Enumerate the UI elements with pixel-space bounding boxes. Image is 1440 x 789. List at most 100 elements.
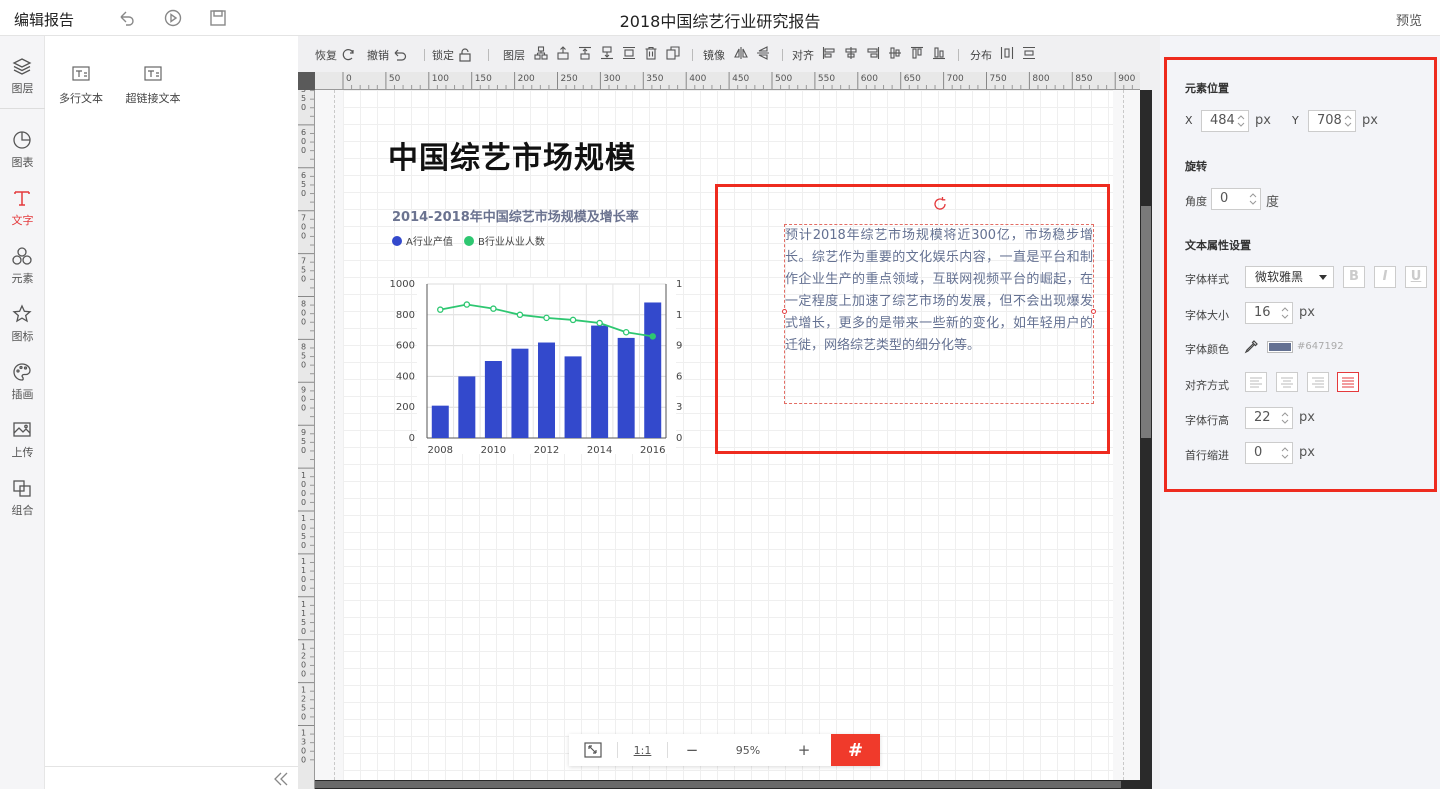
flip-vertical-icon[interactable]	[756, 46, 770, 60]
layer-group-icon[interactable]	[534, 46, 548, 60]
panel-item-hyperlink-text[interactable]: 超链接文本	[125, 66, 181, 106]
stepper-icon[interactable]	[1236, 113, 1246, 129]
redo-icon	[342, 49, 354, 61]
align-bottom-icon[interactable]	[932, 46, 946, 60]
fit-screen-button[interactable]	[569, 734, 617, 766]
font-size-unit: px	[1299, 305, 1315, 320]
undo-icon[interactable]	[118, 9, 136, 27]
y-left-tick-label: 0	[409, 433, 415, 444]
font-family-select[interactable]: 微软雅黑	[1245, 266, 1334, 288]
lock-button[interactable]: 锁定	[432, 47, 472, 63]
redo-button[interactable]: 恢复	[315, 47, 355, 63]
font-size-input[interactable]: 16	[1245, 302, 1293, 324]
ruler-label-digit: 5	[301, 351, 306, 360]
stepper-icon[interactable]	[1343, 113, 1353, 129]
ruler-label-digit: 9	[301, 428, 306, 437]
sidebar-item-illustration[interactable]: 插画	[0, 348, 45, 404]
send-to-back-icon[interactable]	[622, 46, 636, 60]
sidebar-item-elements[interactable]: 元素	[0, 232, 45, 288]
zoom-in-button[interactable]: +	[780, 734, 828, 766]
ruler-corner	[298, 72, 315, 90]
distribute-vertical-icon[interactable]	[1022, 46, 1036, 60]
angle-label: 角度	[1185, 195, 1207, 208]
align-top-icon[interactable]	[910, 46, 924, 60]
font-color-swatch[interactable]	[1267, 341, 1293, 353]
grid-toggle-button[interactable]: #	[831, 734, 880, 766]
stepper-icon[interactable]	[1280, 410, 1290, 426]
stepper-icon[interactable]	[1280, 445, 1290, 461]
toolbar-divider	[424, 49, 425, 61]
bring-to-front-icon[interactable]	[578, 46, 592, 60]
align-right-icon[interactable]	[866, 46, 880, 60]
distribute-horizontal-icon[interactable]	[1000, 46, 1014, 60]
indent-input[interactable]: 0	[1245, 442, 1293, 464]
ruler-label-digit: 0	[301, 318, 306, 327]
collapse-panel-icon[interactable]	[273, 772, 289, 786]
y-left-tick-label: 400	[396, 371, 415, 382]
italic-button[interactable]: I	[1374, 266, 1396, 288]
actual-size-button[interactable]: 1:1	[618, 734, 667, 766]
ruler-label: 650	[904, 74, 921, 84]
text-section-title: 文本属性设置	[1185, 239, 1251, 252]
legend-item-series-b: B行业从业人数	[464, 233, 545, 248]
font-size-label: 字体大小	[1185, 309, 1229, 322]
flip-horizontal-icon[interactable]	[734, 46, 748, 60]
page-heading[interactable]: 中国综艺市场规模	[388, 133, 636, 177]
horizontal-scroll-thumb[interactable]	[315, 781, 1121, 788]
sidebar-item-group[interactable]: 组合	[0, 464, 45, 520]
text-align-justify-icon	[1342, 377, 1354, 388]
send-backward-icon[interactable]	[600, 46, 614, 60]
x-input[interactable]: 484	[1201, 110, 1249, 132]
align-left-icon[interactable]	[822, 46, 836, 60]
undo-button[interactable]: 撤销	[367, 47, 407, 63]
horizontal-ruler[interactable]: 0 50 100 150 200 250 300 350 400 450 500 550 600 650 7…	[315, 72, 1140, 90]
bar	[591, 325, 609, 438]
underline-button[interactable]: U	[1405, 266, 1427, 288]
sidebar-item-upload[interactable]: 上传	[0, 406, 45, 462]
ruler-label-digit: 2	[301, 695, 306, 704]
stepper-icon[interactable]	[1280, 305, 1290, 321]
bold-button[interactable]: B	[1343, 266, 1365, 288]
preview-button[interactable]: 预览	[1396, 10, 1422, 29]
market-chart[interactable]: 0 200 400 600 800 1000 0 3 6 9 12 15 2008 2010 2012 201…	[373, 270, 683, 470]
y-input[interactable]: 708	[1308, 110, 1356, 132]
text-align-center-button[interactable]	[1276, 372, 1298, 392]
sidebar-item-chart[interactable]: 图表	[0, 116, 45, 172]
ruler-label-digit: 0	[301, 541, 306, 550]
line-height-input[interactable]: 22	[1245, 407, 1293, 429]
panel-item-multiline-text[interactable]: 多行文本	[59, 66, 103, 106]
vertical-scroll-thumb[interactable]	[1141, 206, 1151, 438]
horizontal-ruler-ticks: 0 50 100 150 200 250 300 350 400 450 500 550 600 650 7…	[342, 72, 1136, 89]
align-center-icon[interactable]	[844, 46, 858, 60]
align-middle-icon[interactable]	[888, 46, 902, 60]
delete-icon[interactable]	[644, 46, 658, 60]
sidebar-item-text[interactable]: 文字	[0, 174, 45, 230]
vertical-ruler-ticks: 5506006507007508008509009501000105011001…	[298, 90, 314, 765]
ruler-label-digit: 0	[301, 480, 306, 489]
vertical-ruler[interactable]: 5506006507007508008509009501000105011001…	[298, 90, 315, 789]
angle-input[interactable]: 0	[1211, 188, 1261, 210]
vertical-scrollbar[interactable]	[1140, 90, 1152, 789]
stepper-icon[interactable]	[1248, 191, 1258, 207]
ruler-label-digit: 2	[301, 652, 306, 661]
ruler-label-digit: 5	[301, 618, 306, 627]
ruler-label-digit: 5	[301, 532, 306, 541]
horizontal-scrollbar[interactable]	[315, 780, 1140, 789]
sidebar-item-icons[interactable]: 图标	[0, 290, 45, 346]
ruler-label-digit: 0	[301, 103, 306, 112]
ruler-label: 800	[1032, 74, 1049, 84]
copy-icon[interactable]	[666, 46, 680, 60]
save-icon[interactable]	[209, 9, 227, 27]
bar	[431, 405, 449, 438]
text-align-justify-button[interactable]	[1337, 372, 1359, 392]
sidebar-item-layers[interactable]: 图层	[0, 42, 45, 98]
bring-forward-icon[interactable]	[556, 46, 570, 60]
y-unit: px	[1362, 113, 1378, 128]
text-align-right-button[interactable]	[1307, 372, 1329, 392]
zoom-out-button[interactable]: −	[668, 734, 716, 766]
play-icon[interactable]	[164, 9, 182, 27]
y-right-tick-label: 9	[676, 341, 682, 352]
x-label: X	[1185, 114, 1193, 127]
text-align-left-button[interactable]	[1245, 372, 1267, 392]
eyedropper-icon[interactable]	[1244, 339, 1259, 354]
